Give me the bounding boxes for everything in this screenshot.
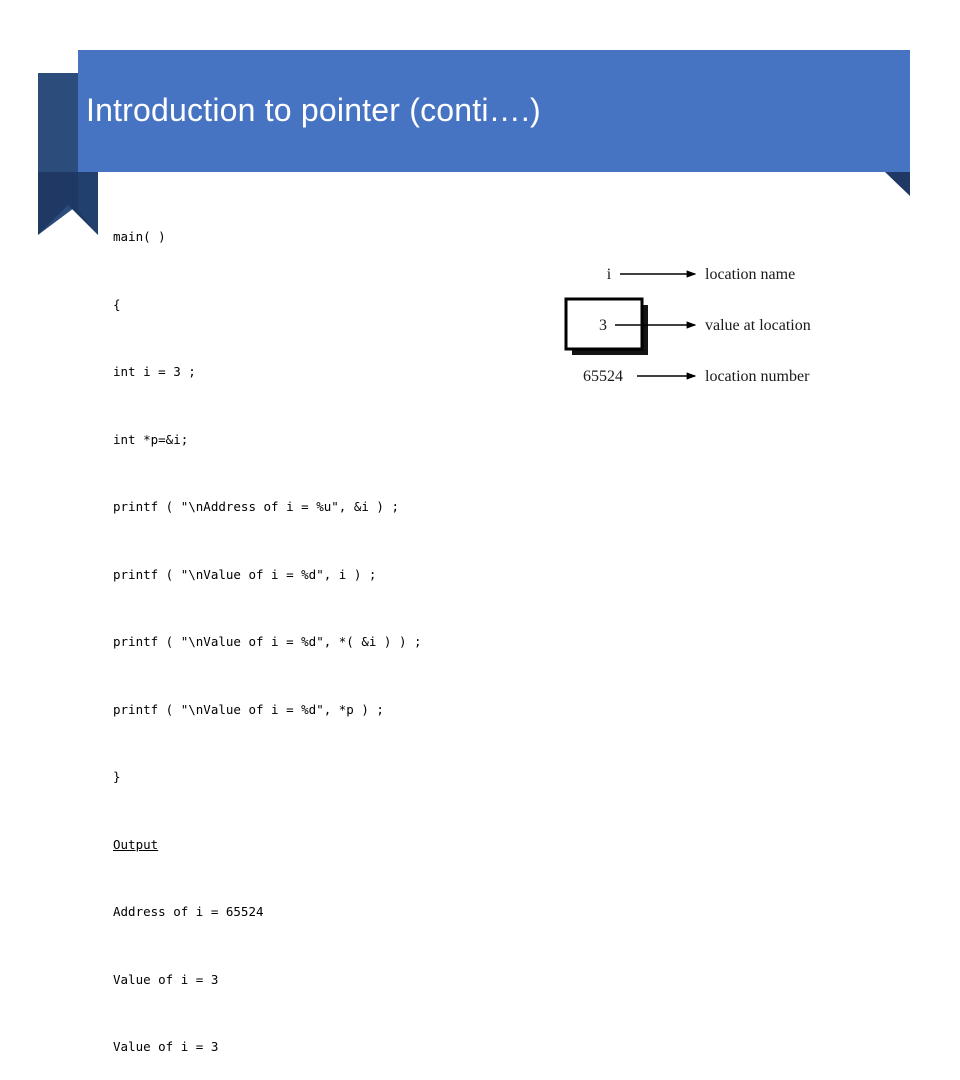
output-line: Value of i = 3 bbox=[113, 1039, 219, 1054]
banner-body bbox=[78, 50, 910, 172]
code-line: printf ( "\nValue of i = %d", *( &i ) ) … bbox=[113, 634, 422, 649]
output-label: Output bbox=[113, 836, 159, 852]
diagram-label-2: location number bbox=[705, 368, 810, 385]
banner-left-tail bbox=[38, 172, 98, 235]
banner-left-fold bbox=[38, 73, 78, 235]
output-line: Address of i = 65524 bbox=[113, 904, 264, 919]
code-line: int *p=&i; bbox=[113, 431, 189, 447]
code-line: main( ) bbox=[113, 229, 166, 244]
code-line: printf ( "\nValue of i = %d", *p ) ; bbox=[113, 701, 384, 717]
code-block: main( ) { int i = 3 ; int *p=&i; printf … bbox=[113, 181, 533, 1080]
slide: Introduction to pointer (conti….) main( … bbox=[0, 0, 960, 1054]
diagram-value-1: 3 bbox=[599, 317, 607, 334]
banner-right-fold bbox=[885, 172, 910, 196]
diagram-label-0: location name bbox=[705, 266, 795, 283]
code-line: printf ( "\nValue of i = %d", i ) ; bbox=[113, 566, 377, 582]
output-line: Value of i = 3 bbox=[113, 971, 219, 987]
banner-left-tail-shade bbox=[78, 172, 98, 235]
code-line: { bbox=[113, 296, 121, 312]
diagram-value-2: 65524 bbox=[583, 368, 623, 385]
code-line: int i = 3 ; bbox=[113, 364, 196, 379]
code-line: } bbox=[113, 769, 121, 784]
diagram-value-0: i bbox=[607, 266, 612, 283]
code-line: printf ( "\nAddress of i = %u", &i ) ; bbox=[113, 499, 399, 514]
memory-location-diagram: i location name 3 value at location 6552… bbox=[555, 250, 955, 410]
page-title: Introduction to pointer (conti….) bbox=[86, 92, 541, 128]
diagram-label-1: value at location bbox=[705, 317, 811, 334]
